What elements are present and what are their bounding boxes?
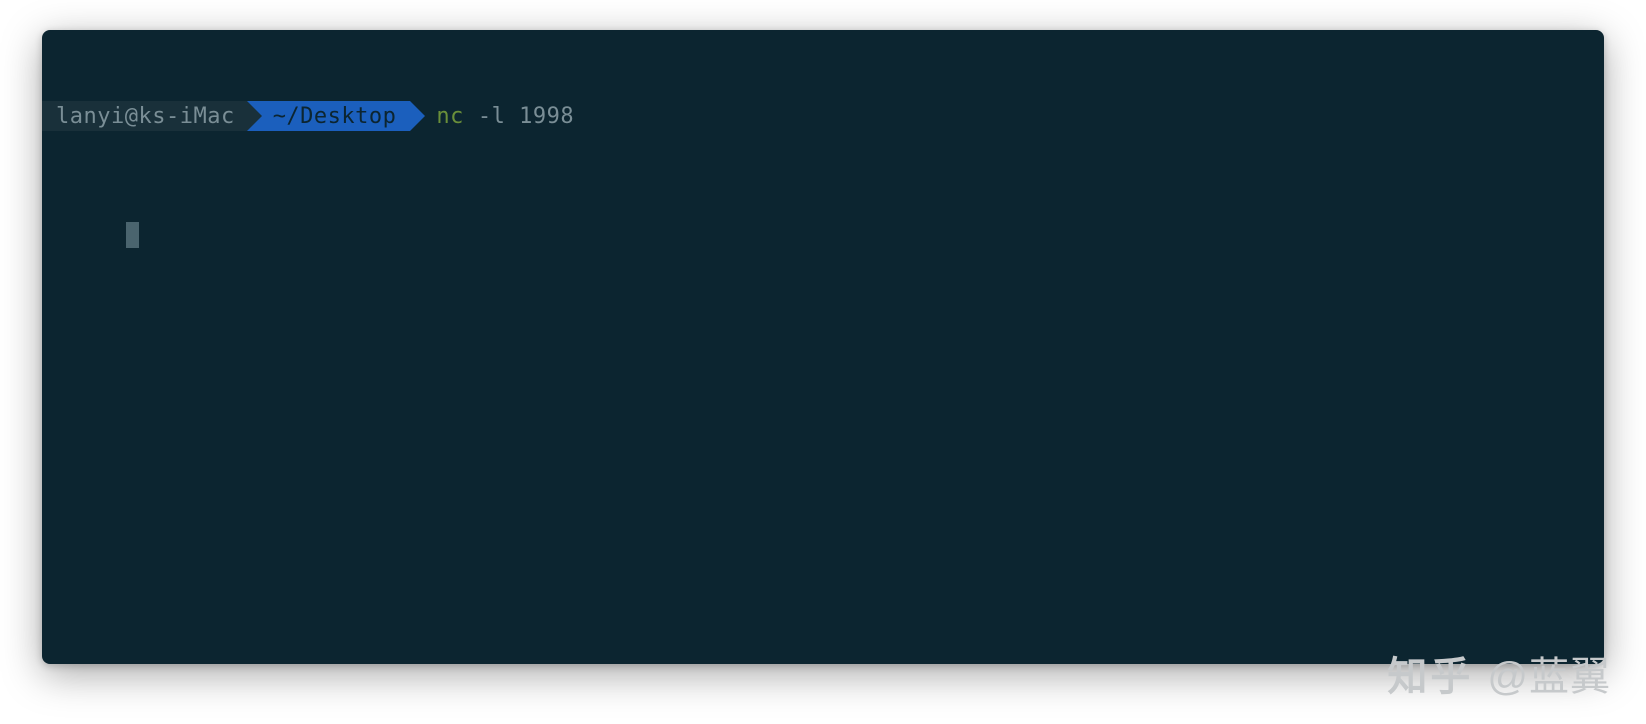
cursor-line [42, 191, 1604, 287]
terminal-content[interactable]: lanyi@ks-iMac ~/Desktop nc -l 1998 [42, 30, 1604, 346]
prompt-line: lanyi@ks-iMac ~/Desktop nc -l 1998 [42, 101, 1604, 131]
watermark-author: @蓝翼 [1487, 644, 1611, 702]
prompt-user-host: lanyi@ks-iMac [42, 101, 247, 131]
terminal-window[interactable]: lanyi@ks-iMac ~/Desktop nc -l 1998 [42, 30, 1604, 664]
zhihu-logo: 知乎 [1387, 644, 1473, 702]
cursor-block-icon [126, 222, 139, 248]
command: nc -l 1998 [436, 102, 574, 132]
watermark: 知乎 @蓝翼 [1387, 644, 1611, 702]
prompt-path: ~/Desktop [247, 101, 411, 131]
command-args: -l 1998 [478, 102, 574, 132]
command-name: nc [436, 102, 464, 132]
